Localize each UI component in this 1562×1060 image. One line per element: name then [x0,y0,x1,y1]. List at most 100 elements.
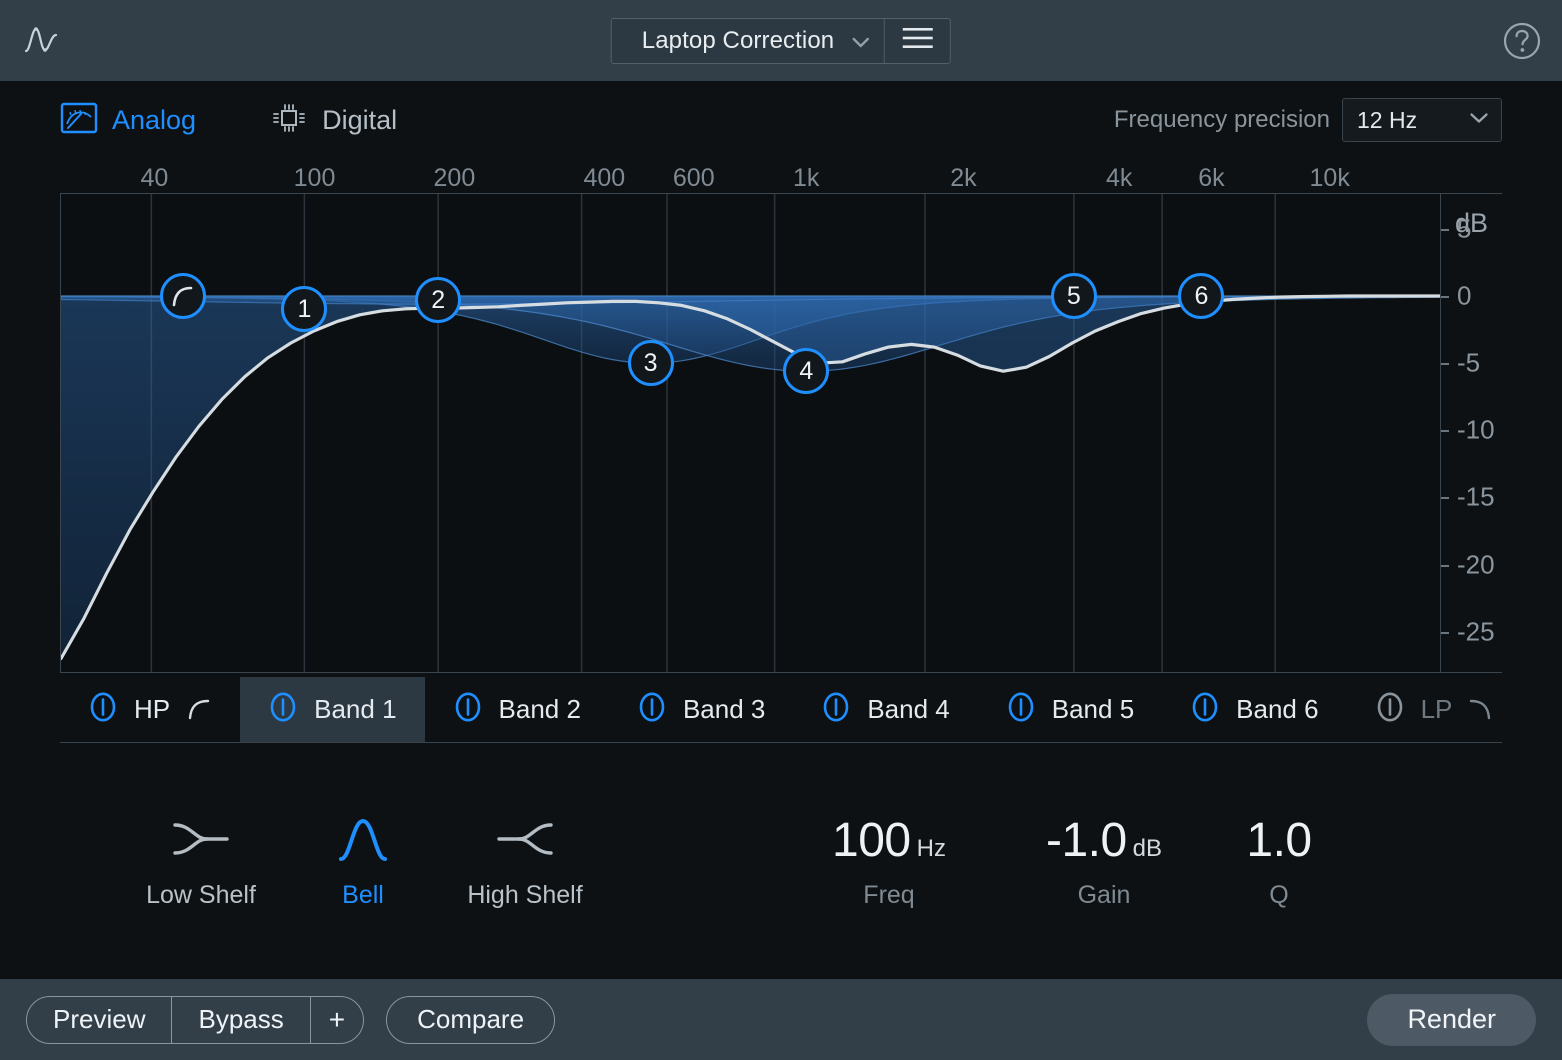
bell-icon [331,813,395,865]
gain-value: -1.0 [1046,813,1127,868]
mode-analog-label: Analog [112,105,196,136]
eq-node-5[interactable]: 5 [1051,273,1097,319]
freq-parameter[interactable]: 100 Hz Freq [774,813,1004,910]
mode-digital[interactable]: Digital [270,99,397,142]
db-tick [1441,565,1449,567]
highpass-curve-icon [186,697,212,723]
tab-band-4[interactable]: Band 4 [793,677,977,742]
freq-tick-4k: 4k [1106,164,1132,193]
eq-node-highpass[interactable] [160,273,206,319]
bypass-button[interactable]: Bypass [172,997,310,1043]
band-power-icon[interactable] [1375,691,1405,728]
q-caption: Q [1269,881,1288,910]
help-button[interactable] [1502,21,1542,61]
db-label--10: -10 [1457,415,1495,446]
preview-button[interactable]: Preview [27,997,172,1043]
db-label--15: -15 [1457,482,1495,513]
freq-value: 100 [832,813,911,868]
help-question-icon [1502,48,1542,65]
lowpass-curve-icon [1468,697,1494,723]
band-power-icon[interactable] [1190,691,1220,728]
tab-label: Band 4 [867,694,949,725]
mode-row: Analog Digital F [60,81,1502,159]
tab-label: Band 2 [499,694,581,725]
band-power-icon[interactable] [88,691,118,728]
tab-band-5[interactable]: Band 5 [978,677,1162,742]
main-panel: Analog Digital F [0,81,1562,979]
freq-tick-6k: 6k [1198,164,1224,193]
shape-label: Bell [342,881,384,910]
eq-node-label: 6 [1194,282,1208,311]
band-power-icon[interactable] [821,691,851,728]
compare-button[interactable]: Compare [386,996,555,1044]
band-power-icon[interactable] [268,691,298,728]
freq-caption: Freq [863,881,914,910]
eq-curve-svg [61,194,1440,672]
shape-label: High Shelf [467,881,582,910]
eq-node-label: 3 [644,349,658,378]
tab-band-6[interactable]: Band 6 [1162,677,1346,742]
tab-band-2[interactable]: Band 2 [425,677,609,742]
frequency-precision-group: Frequency precision 12 Hz [1114,98,1502,142]
db-label-0: 0 [1457,281,1471,312]
tab-label: LP [1421,694,1453,725]
title-bar: Laptop Correction [0,0,1562,81]
add-button[interactable]: + [311,997,363,1043]
frequency-precision-dropdown[interactable]: 12 Hz [1342,98,1502,142]
shape-low-shelf[interactable]: Low Shelf [120,813,282,910]
freq-tick-400: 400 [583,164,625,193]
preview-bypass-group: Preview Bypass + [26,996,364,1044]
eq-plugin-window: Laptop Correction [0,0,1562,1060]
db-label-5: 5 [1457,213,1471,244]
db-tick [1441,632,1449,634]
tab-label: HP [134,694,170,725]
db-tick [1441,363,1449,365]
q-parameter[interactable]: 1.0 Q [1204,813,1354,910]
tab-band-3[interactable]: Band 3 [609,677,793,742]
gain-unit: dB [1133,835,1162,863]
shape-bell[interactable]: Bell [282,813,444,910]
eq-graph-area: 123456 dB 50-5-10-15-20-25 [60,193,1502,673]
db-tick [1441,229,1449,231]
preset-name: Laptop Correction [642,27,834,55]
freq-tick-40: 40 [141,164,169,193]
band-power-icon[interactable] [1006,691,1036,728]
frequency-axis: 401002004006001k2k4k6k10k [60,159,1502,193]
hamburger-menu-icon [901,25,935,56]
db-axis: dB 50-5-10-15-20-25 [1440,193,1502,673]
freq-unit: Hz [917,835,946,863]
freq-tick-1k: 1k [793,164,819,193]
freq-tick-2k: 2k [950,164,976,193]
analog-vu-meter-icon [60,99,98,142]
tab-lp[interactable]: LP [1347,677,1523,742]
shape-high-shelf[interactable]: High Shelf [444,813,606,910]
freq-tick-200: 200 [434,164,476,193]
tab-hp[interactable]: HP [60,677,240,742]
tab-label: Band 1 [314,694,396,725]
eq-node-label: 5 [1067,282,1081,311]
eq-response-graph[interactable]: 123456 [60,193,1440,673]
eq-node-label: 2 [431,286,445,315]
band-power-icon[interactable] [637,691,667,728]
freq-tick-600: 600 [673,164,715,193]
eq-node-3[interactable]: 3 [628,340,674,386]
eq-node-label: 1 [297,295,311,324]
gain-parameter[interactable]: -1.0 dB Gain [1004,813,1204,910]
tab-label: Band 5 [1052,694,1134,725]
preset-dropdown[interactable]: Laptop Correction [612,19,885,63]
highpass-curve-icon [170,284,196,308]
render-button[interactable]: Render [1367,994,1536,1046]
tab-label: Band 3 [683,694,765,725]
q-value: 1.0 [1246,813,1311,868]
preset-menu-button[interactable] [885,19,950,63]
mode-analog[interactable]: Analog [60,99,196,142]
digital-chip-icon [270,99,308,142]
tab-band-1[interactable]: Band 1 [240,677,424,742]
eq-node-2[interactable]: 2 [415,277,461,323]
db-label--20: -20 [1457,549,1495,580]
parameter-values: 100 Hz Freq -1.0 dB Gain 1.0 Q [774,813,1354,910]
freq-tick-100: 100 [294,164,336,193]
db-tick [1441,497,1449,499]
db-tick [1441,296,1449,298]
band-power-icon[interactable] [453,691,483,728]
